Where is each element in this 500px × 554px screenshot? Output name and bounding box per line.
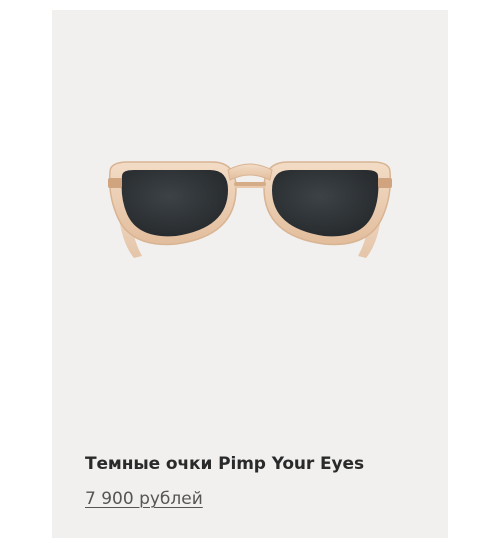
- sunglasses-icon: [108, 161, 392, 258]
- product-image[interactable]: [52, 10, 448, 430]
- product-card[interactable]: Темные очки Pimp Your Eyes 7 900 рублей: [52, 10, 448, 538]
- product-price-link[interactable]: 7 900 рублей: [85, 489, 203, 509]
- product-title[interactable]: Темные очки Pimp Your Eyes: [85, 454, 364, 474]
